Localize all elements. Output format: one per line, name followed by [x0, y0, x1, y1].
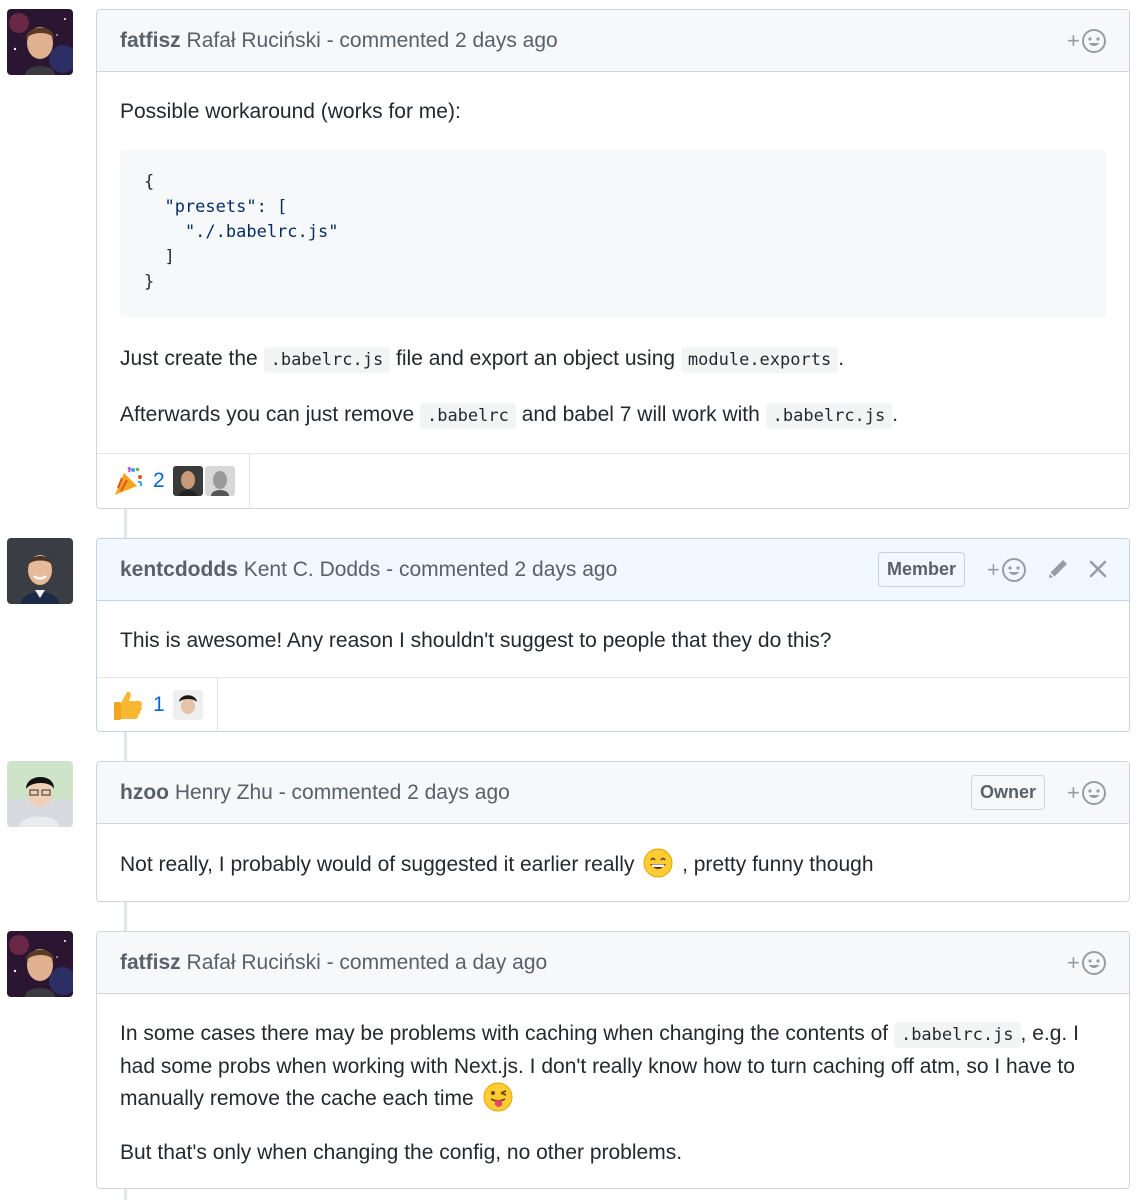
- close-icon: [1089, 560, 1107, 578]
- author-login[interactable]: fatfisz: [120, 951, 181, 974]
- text: , pretty funny though: [682, 853, 874, 876]
- tongue-out-icon: [483, 1082, 513, 1112]
- comment-header: fatfisz Rafał Ruciński - commented 2 day…: [97, 10, 1129, 72]
- author-full-name: Henry Zhu: [174, 781, 273, 804]
- comment-paragraph: In some cases there may be problems with…: [120, 1018, 1106, 1114]
- reactions-bar: 1: [97, 677, 1129, 731]
- plus-icon: +: [1067, 780, 1080, 805]
- comment-paragraph: But that's only when changing the config…: [120, 1141, 683, 1164]
- text: .: [838, 347, 845, 370]
- text: .: [892, 403, 899, 426]
- reaction-count: 1: [153, 692, 165, 716]
- avatar-fatfisz[interactable]: [7, 9, 73, 75]
- plus-icon: +: [987, 557, 1000, 582]
- inline-code: .babelrc: [419, 403, 516, 429]
- text: file and export an object using: [396, 347, 676, 370]
- timeline-connector: [124, 509, 127, 538]
- comment-paragraph: Possible workaround (works for me):: [120, 100, 461, 123]
- author-full-name: Rafał Ruciński: [186, 29, 321, 52]
- comment-paragraph: This is awesome! Any reason I shouldn't …: [120, 629, 832, 652]
- smiley-icon: [1081, 29, 1106, 53]
- comment-body: In some cases there may be problems with…: [97, 994, 1129, 1168]
- inline-code: .babelrc.js: [893, 1022, 1021, 1048]
- text: Just create the: [120, 347, 258, 370]
- text: In some cases there may be problems with…: [120, 1022, 889, 1045]
- code-line: {: [144, 172, 155, 192]
- comment-meta: fatfisz Rafał Ruciński - commented a day…: [120, 951, 547, 975]
- reactions-bar: 2: [97, 453, 1129, 508]
- plus-icon: +: [1067, 950, 1080, 975]
- edit-button[interactable]: [1045, 556, 1071, 582]
- comment-paragraph: Not really, I probably would of suggeste…: [120, 848, 1106, 880]
- code-line: "presets": [: [144, 197, 288, 217]
- author-login[interactable]: fatfisz: [120, 29, 181, 52]
- owner-badge: Owner: [971, 775, 1046, 810]
- code-line: }: [144, 272, 155, 292]
- reaction-avatars: [172, 466, 235, 496]
- inline-code: module.exports: [680, 347, 839, 373]
- timeline-connector: [124, 902, 127, 931]
- delete-button[interactable]: [1085, 556, 1111, 582]
- comment-header: hzoo Henry Zhu - commented 2 days ago Ow…: [97, 762, 1129, 824]
- comment-1: fatfisz Rafał Ruciński - commented 2 day…: [96, 9, 1130, 509]
- author-login[interactable]: kentcdodds: [120, 558, 238, 581]
- smiley-icon: [1081, 781, 1106, 805]
- reaction-thumbs-up[interactable]: 1: [97, 678, 218, 731]
- comment-meta: fatfisz Rafał Ruciński - commented 2 day…: [120, 29, 558, 53]
- comment-body: This is awesome! Any reason I shouldn't …: [97, 601, 1129, 656]
- plus-icon: +: [1067, 28, 1080, 53]
- comment-timestamp[interactable]: - commented 2 days ago: [386, 558, 617, 581]
- timeline-connector: [124, 732, 127, 761]
- comment-timestamp[interactable]: - commented 2 days ago: [327, 29, 558, 52]
- comment-paragraph: Afterwards you can just remove .babelrc …: [120, 399, 1106, 432]
- comment-header: kentcdodds Kent C. Dodds - commented 2 d…: [97, 539, 1129, 601]
- comment-4: fatfisz Rafał Ruciński - commented a day…: [96, 931, 1130, 1189]
- text: Afterwards you can just remove: [120, 403, 415, 426]
- reaction-count: 2: [153, 469, 165, 492]
- comment-3: hzoo Henry Zhu - commented 2 days ago Ow…: [96, 761, 1130, 902]
- timeline-connector: [124, 1189, 127, 1200]
- pencil-icon: [1049, 560, 1067, 578]
- thumbs-up-icon: [114, 691, 143, 720]
- author-login[interactable]: hzoo: [120, 781, 169, 804]
- add-reaction-button[interactable]: +: [1067, 778, 1107, 808]
- comment-meta: hzoo Henry Zhu - commented 2 days ago: [120, 781, 510, 805]
- reaction-avatars: [172, 689, 203, 720]
- avatar-hzoo[interactable]: [7, 761, 73, 827]
- text: and babel 7 will work with: [521, 403, 760, 426]
- avatar-fatfisz[interactable]: [7, 931, 73, 997]
- comment-body: Possible workaround (works for me): { "p…: [97, 72, 1129, 432]
- comment-timestamp[interactable]: - commented 2 days ago: [279, 781, 510, 804]
- code-block: { "presets": [ "./.babelrc.js" ] }: [120, 150, 1106, 317]
- author-full-name: Kent C. Dodds: [243, 558, 381, 581]
- party-popper-icon: [115, 467, 143, 495]
- inline-code: .babelrc.js: [263, 347, 391, 373]
- reaction-hooray[interactable]: 2: [97, 454, 250, 508]
- comment-meta: kentcdodds Kent C. Dodds - commented 2 d…: [120, 558, 617, 582]
- add-reaction-button[interactable]: +: [987, 555, 1027, 585]
- member-badge: Member: [878, 552, 966, 587]
- avatar-kentcdodds[interactable]: [7, 538, 73, 604]
- add-reaction-button[interactable]: +: [1067, 948, 1107, 978]
- comment-header: fatfisz Rafał Ruciński - commented a day…: [97, 932, 1129, 994]
- comment-paragraph: Just create the .babelrc.js file and exp…: [120, 343, 1106, 376]
- comment-timestamp[interactable]: - commented a day ago: [327, 951, 548, 974]
- code-line: ]: [144, 247, 175, 267]
- smiley-icon: [1081, 951, 1106, 975]
- text: Not really, I probably would of suggeste…: [120, 853, 635, 876]
- code-line: "./.babelrc.js": [144, 222, 339, 242]
- inline-code: .babelrc.js: [765, 403, 893, 429]
- avatar[interactable]: [204, 466, 235, 496]
- author-full-name: Rafał Ruciński: [186, 951, 321, 974]
- grinning-smile-icon: [643, 848, 673, 878]
- avatar[interactable]: [172, 689, 203, 720]
- smiley-icon: [1001, 558, 1026, 582]
- comment-2: kentcdodds Kent C. Dodds - commented 2 d…: [96, 538, 1130, 732]
- add-reaction-button[interactable]: +: [1067, 26, 1107, 56]
- comment-body: Not really, I probably would of suggeste…: [97, 824, 1129, 880]
- avatar[interactable]: [172, 466, 203, 496]
